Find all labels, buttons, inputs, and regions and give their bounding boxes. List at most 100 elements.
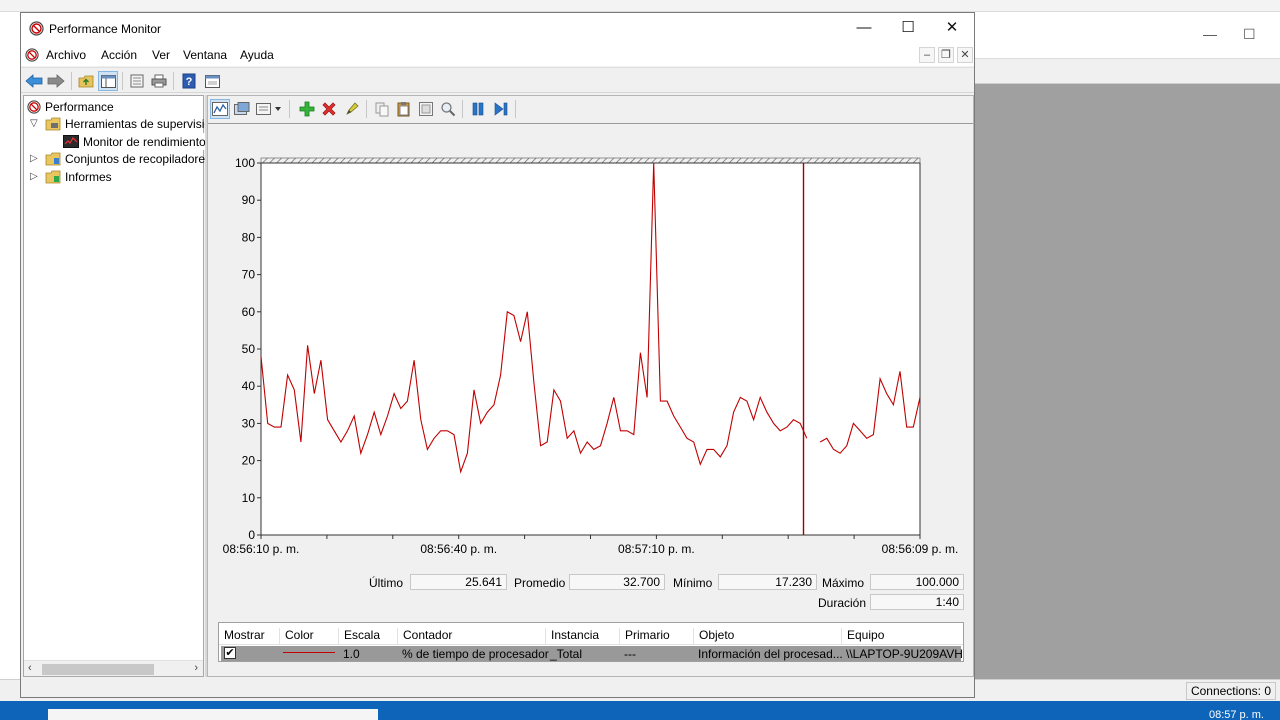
perfmon-icon[interactable] [25, 48, 39, 65]
background-topbar [0, 0, 1280, 12]
tree-item-label: Monitor de rendimiento [83, 134, 206, 149]
line-chart[interactable]: 0 10 20 30 40 50 60 70 80 90 100 08:56:10 p. m. 08:5… [208, 125, 973, 605]
toolbar-separator [515, 100, 516, 118]
connections-status: Connections: 0 [1185, 682, 1276, 700]
scroll-right-icon[interactable]: › [194, 662, 198, 674]
tree-item-label: Herramientas de supervisión [65, 116, 218, 131]
taskbar-search[interactable] [48, 709, 378, 720]
mdi-minimize-button[interactable]: – [919, 47, 935, 63]
close-button[interactable]: ✕ [930, 17, 974, 39]
graph-toolbar [208, 96, 973, 124]
tree-item-monitor-rendimiento[interactable]: Monitor de rendimiento [63, 133, 206, 150]
stat-ultimo-label: Último [369, 576, 404, 590]
properties-icon[interactable] [416, 99, 436, 119]
menu-accion[interactable]: Acción [101, 48, 137, 62]
toolbar-separator [122, 72, 123, 90]
tree-item-informes[interactable]: Informes [45, 168, 112, 185]
folder-tools-icon [45, 117, 61, 131]
column-header-objeto[interactable]: Objeto [693, 628, 841, 644]
title-bar[interactable]: Performance Monitor — ☐ ✕ [21, 13, 974, 44]
console-icon[interactable] [202, 71, 222, 91]
menu-ver[interactable]: Ver [152, 48, 170, 62]
help-icon[interactable]: ? [179, 71, 199, 91]
background-maximize-icon[interactable]: ☐ [1243, 26, 1256, 43]
y-tick-label: 80 [242, 230, 256, 244]
print-icon[interactable] [149, 71, 169, 91]
taskbar-clock: 08:57 p. m. [1208, 709, 1264, 720]
scrollbar-thumb[interactable] [42, 664, 154, 675]
stat-promedio-label: Promedio [514, 576, 566, 590]
tree-item-herramientas[interactable]: Herramientas de supervisión [45, 115, 218, 132]
chevron-right-icon[interactable]: ▷ [30, 153, 38, 164]
toolbar-separator [173, 72, 174, 90]
y-tick-label: 10 [242, 491, 256, 505]
minimize-button[interactable]: — [842, 17, 886, 39]
toolbar-separator [289, 100, 290, 118]
scroll-left-icon[interactable]: ‹ [28, 662, 32, 674]
show-hide-tree-icon[interactable] [98, 71, 118, 91]
column-header-contador[interactable]: Contador [397, 628, 545, 644]
properties-icon[interactable] [127, 71, 147, 91]
taskbar: 08:57 p. m. [0, 701, 1280, 720]
x-tick-label: 08:56:09 p. m. [882, 542, 959, 556]
background-right-area [975, 84, 1280, 679]
change-graph-type-icon[interactable] [232, 99, 252, 119]
mdi-restore-button[interactable]: ❐ [938, 47, 954, 63]
menu-ayuda[interactable]: Ayuda [240, 48, 274, 62]
tree-horizontal-scrollbar[interactable]: ‹ › [24, 660, 203, 676]
column-header-mostrar[interactable]: Mostrar [219, 628, 277, 644]
folder-up-icon[interactable] [76, 71, 96, 91]
folder-reports-icon [45, 170, 61, 184]
mdi-close-button[interactable]: ✕ [957, 47, 973, 63]
show-checkbox[interactable]: ✔ [224, 647, 236, 659]
column-header-instancia[interactable]: Instancia [545, 628, 617, 644]
copy-properties-icon[interactable] [372, 99, 392, 119]
chevron-down-icon[interactable]: ▽ [30, 118, 38, 129]
y-tick-label: 70 [242, 268, 256, 282]
back-arrow-icon[interactable] [24, 71, 44, 91]
x-tick-label: 08:57:10 p. m. [618, 542, 695, 556]
navigation-tree: Performance ▽ Herramientas de supervisió… [23, 95, 260, 677]
cell-escala: 1.0 [343, 647, 360, 661]
view-graph-icon[interactable] [210, 99, 230, 119]
performance-monitor-pane: 0 10 20 30 40 50 60 70 80 90 100 08:56:10 p. m. 08:5… [207, 95, 974, 677]
dropdown-arrow-icon[interactable] [255, 99, 285, 119]
cell-contador: % de tiempo de procesador [402, 647, 549, 661]
toolbar-separator [71, 72, 72, 90]
chevron-right-icon[interactable]: ▷ [30, 171, 38, 182]
counter-table-header: Mostrar Color Escala Contador Instancia … [219, 623, 963, 645]
chart-top-hatch [260, 157, 921, 164]
forward-arrow-icon[interactable] [46, 71, 66, 91]
y-tick-label: 30 [242, 416, 256, 430]
plot-area [260, 162, 921, 536]
stat-minimo-value: 17.230 [718, 574, 817, 590]
main-toolbar: ? [21, 67, 974, 93]
perfmon-icon [29, 21, 44, 39]
column-header-primario[interactable]: Primario [619, 628, 691, 644]
delete-counter-icon[interactable] [319, 99, 339, 119]
update-data-icon[interactable] [491, 99, 511, 119]
column-header-escala[interactable]: Escala [338, 628, 396, 644]
stat-maximo-value: 100.000 [870, 574, 964, 590]
zoom-icon[interactable] [438, 99, 458, 119]
line-chart-area[interactable]: 0 10 20 30 40 50 60 70 80 90 100 08:56:10 p. m. 08:5… [208, 125, 973, 605]
background-right-titlebar: — ☐ [975, 12, 1280, 58]
y-tick-label: 60 [242, 305, 256, 319]
column-header-equipo[interactable]: Equipo [841, 628, 963, 644]
add-counter-icon[interactable] [297, 99, 317, 119]
stat-maximo-label: Máximo [822, 576, 865, 590]
table-row[interactable]: ✔ 1.0 % de tiempo de procesador _Total -… [221, 646, 963, 661]
menu-ventana[interactable]: Ventana [183, 48, 227, 62]
freeze-display-icon[interactable] [468, 99, 488, 119]
menu-archivo[interactable]: Archivo [46, 48, 86, 62]
maximize-button[interactable]: ☐ [886, 17, 930, 39]
stat-minimo-label: Mínimo [673, 576, 713, 590]
highlight-icon[interactable] [342, 99, 362, 119]
cell-objeto: Información del procesad... [698, 647, 843, 661]
background-minimize-icon[interactable]: — [1203, 26, 1217, 42]
tree-item-label: Informes [65, 169, 112, 184]
performance-monitor-window: Performance Monitor — ☐ ✕ Archivo Acción… [20, 12, 975, 698]
tree-item-performance[interactable]: Performance [27, 98, 114, 115]
paste-counter-list-icon[interactable] [394, 99, 414, 119]
column-header-color[interactable]: Color [279, 628, 337, 644]
